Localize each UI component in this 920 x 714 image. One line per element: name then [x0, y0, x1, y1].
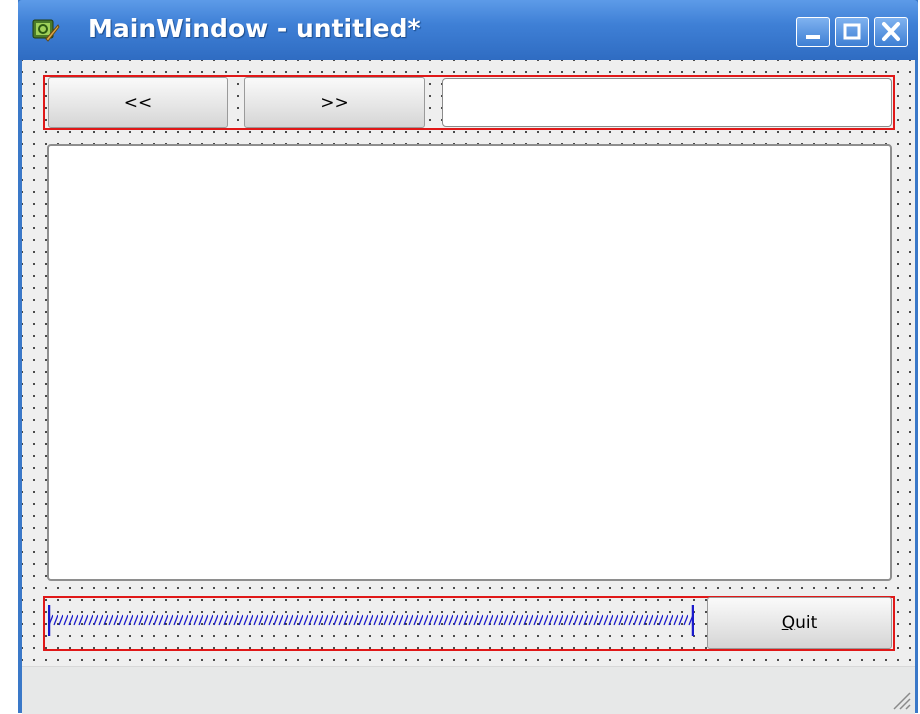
minimize-icon	[806, 35, 820, 39]
text-view[interactable]	[47, 144, 892, 581]
quit-mnemonic: Q	[781, 613, 796, 633]
app-icon	[32, 19, 60, 42]
maximize-button[interactable]	[835, 17, 869, 47]
close-button[interactable]	[874, 17, 908, 47]
status-bar	[22, 666, 915, 714]
back-button[interactable]: <<	[48, 77, 228, 128]
minimize-button[interactable]	[796, 17, 830, 47]
main-window: MainWindow - untitled* << >> Q uit	[18, 0, 918, 714]
quit-button[interactable]: Quit	[707, 597, 892, 649]
close-icon	[882, 22, 900, 41]
horizontal-spacer[interactable]	[48, 600, 694, 640]
quit-label: uit	[795, 613, 818, 633]
resize-grip-icon[interactable]	[890, 689, 912, 711]
title-bar[interactable]: MainWindow - untitled*	[18, 0, 918, 60]
address-input[interactable]	[442, 78, 892, 127]
forward-button[interactable]: >>	[244, 77, 425, 128]
window-title: MainWindow - untitled*	[88, 14, 421, 43]
form-canvas: << >> Quit	[22, 60, 915, 714]
maximize-icon	[843, 23, 861, 40]
